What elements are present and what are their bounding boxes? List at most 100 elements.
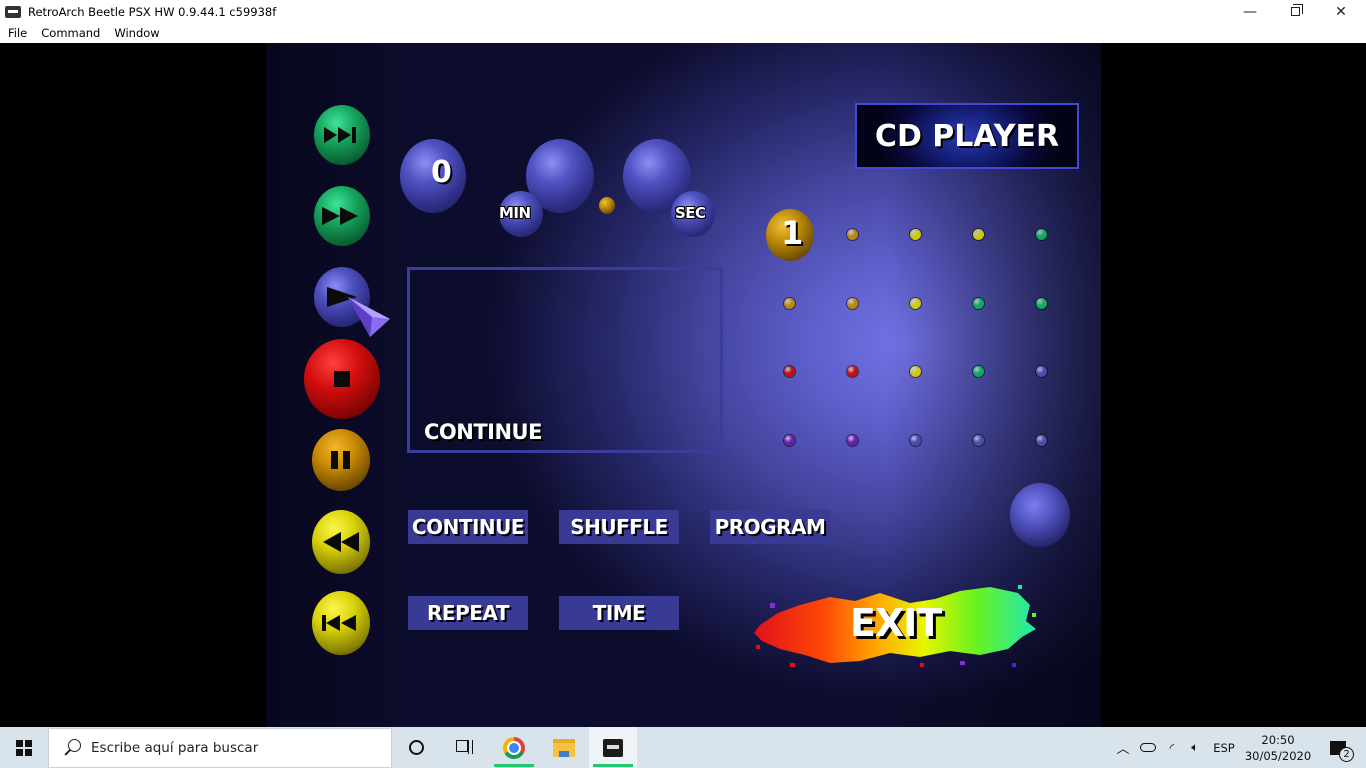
track-slot[interactable] — [1036, 229, 1047, 240]
notification-icon: 2 — [1330, 740, 1354, 762]
search-icon — [63, 739, 81, 757]
track-number-display: 0 — [431, 155, 452, 190]
skip-forward-icon — [324, 127, 356, 143]
track-slot[interactable] — [847, 297, 858, 309]
track-slot[interactable] — [847, 229, 858, 240]
repeat-button[interactable]: REPEAT — [408, 596, 528, 630]
menu-file[interactable]: File — [0, 26, 34, 40]
exit-label: EXIT — [850, 601, 942, 645]
track-slot[interactable] — [784, 366, 795, 377]
track-slot[interactable] — [847, 366, 858, 377]
pause-icon — [331, 451, 350, 469]
pointer-cursor-icon — [348, 297, 390, 337]
time-separator-dot — [599, 197, 615, 214]
screen-title: CD PLAYER — [874, 118, 1060, 154]
cortana-icon — [408, 740, 424, 755]
restore-icon — [1290, 4, 1303, 16]
program-label: PROGRAM — [714, 515, 826, 539]
rewind-button[interactable] — [312, 510, 370, 574]
continue-label: CONTINUE — [411, 515, 525, 539]
chrome-taskbar-button[interactable] — [490, 727, 538, 768]
current-track-number: 1 — [781, 214, 804, 252]
task-view-button[interactable] — [440, 727, 488, 768]
search-placeholder: Escribe aquí para buscar — [91, 740, 259, 756]
track-slot[interactable] — [1036, 297, 1047, 309]
active-indicator — [593, 764, 633, 767]
display-mode-text: CONTINUE — [424, 420, 542, 444]
taskbar-search-box[interactable]: Escribe aquí para buscar — [48, 728, 392, 768]
notification-badge: 2 — [1339, 746, 1354, 762]
restore-button[interactable] — [1272, 0, 1318, 23]
shuffle-label: SHUFFLE — [570, 515, 668, 539]
windows-taskbar: Escribe aquí para buscar ︿ ◜ 🔈︎ ESP 20:5… — [0, 727, 1366, 768]
shuffle-button[interactable]: SHUFFLE — [559, 510, 679, 544]
file-explorer-icon — [553, 738, 575, 757]
track-slot[interactable] — [973, 434, 984, 446]
stop-icon — [334, 371, 350, 387]
stop-button[interactable] — [304, 339, 380, 419]
clock[interactable]: 20:50 30/05/2020 — [1245, 727, 1311, 768]
next-track-button[interactable] — [314, 105, 370, 165]
cortana-button[interactable] — [392, 727, 440, 768]
network-tray-button[interactable]: ◜ — [1162, 727, 1182, 768]
menu-bar: File Command Window — [0, 23, 1366, 43]
minimize-button[interactable]: — — [1227, 0, 1273, 23]
track-slot[interactable] — [910, 229, 921, 240]
display-panel: CONTINUE — [407, 267, 723, 453]
close-button[interactable]: ✕ — [1318, 0, 1364, 23]
language-label: ESP — [1213, 740, 1235, 755]
action-center-button[interactable]: 2 — [1318, 727, 1358, 768]
running-indicator — [494, 764, 534, 767]
pause-button[interactable] — [312, 429, 370, 491]
speaker-icon: 🔈︎ — [1191, 740, 1199, 754]
track-slot[interactable] — [910, 434, 921, 446]
track-slot[interactable] — [910, 297, 921, 309]
seconds-label: SEC — [675, 204, 706, 222]
task-view-icon — [455, 740, 473, 755]
program-button[interactable]: PROGRAM — [710, 510, 830, 544]
track-slot[interactable] — [784, 434, 795, 446]
title-bar: RetroArch Beetle PSX HW 0.9.44.1 c59938f… — [0, 0, 1366, 23]
rewind-icon — [323, 532, 359, 552]
minimize-icon: — — [1243, 3, 1257, 20]
retroarch-taskbar-button[interactable] — [589, 727, 637, 768]
retroarch-icon — [603, 738, 623, 757]
decorative-orb — [1010, 483, 1070, 547]
file-explorer-taskbar-button[interactable] — [540, 727, 588, 768]
chevron-up-icon: ︿ — [1116, 742, 1130, 757]
track-slot[interactable] — [973, 297, 984, 309]
wifi-icon: ◜ — [1169, 740, 1175, 755]
emulator-viewport: 0 MIN SEC CD PLAYER 1 CONTINUE CONTINUE — [0, 43, 1366, 727]
language-indicator[interactable]: ESP — [1210, 727, 1238, 768]
fast-forward-button[interactable] — [314, 186, 370, 246]
windows-logo-icon — [16, 739, 32, 756]
track-slot[interactable] — [973, 366, 984, 377]
start-button[interactable] — [0, 727, 48, 768]
exit-button[interactable]: EXIT — [750, 583, 1040, 673]
menu-command[interactable]: Command — [34, 26, 107, 40]
continue-button[interactable]: CONTINUE — [408, 510, 528, 544]
volume-tray-button[interactable]: 🔈︎ — [1185, 727, 1205, 768]
cd-player-title-box: CD PLAYER — [855, 103, 1079, 169]
cd-player-screen: 0 MIN SEC CD PLAYER 1 CONTINUE CONTINUE — [266, 43, 1101, 727]
clock-date: 30/05/2020 — [1244, 748, 1312, 763]
track-slot[interactable] — [784, 297, 795, 309]
previous-track-button[interactable] — [312, 591, 370, 655]
fast-forward-icon — [322, 207, 358, 225]
onedrive-tray-button[interactable] — [1138, 727, 1158, 768]
track-slot[interactable] — [1036, 434, 1047, 446]
track-slot[interactable] — [847, 434, 858, 446]
skip-back-icon — [322, 615, 356, 631]
retroarch-app-icon — [5, 5, 21, 18]
menu-window[interactable]: Window — [107, 26, 166, 40]
track-slot[interactable] — [910, 366, 921, 377]
clock-time: 20:50 — [1261, 732, 1295, 747]
track-slot[interactable] — [973, 229, 984, 240]
window-title: RetroArch Beetle PSX HW 0.9.44.1 c59938f — [28, 4, 277, 19]
close-icon: ✕ — [1335, 3, 1347, 20]
time-label: TIME — [592, 601, 646, 625]
time-button[interactable]: TIME — [559, 596, 679, 630]
track-slot[interactable] — [1036, 366, 1047, 377]
cloud-icon — [1140, 743, 1156, 752]
show-hidden-icons-button[interactable]: ︿ — [1114, 727, 1132, 768]
